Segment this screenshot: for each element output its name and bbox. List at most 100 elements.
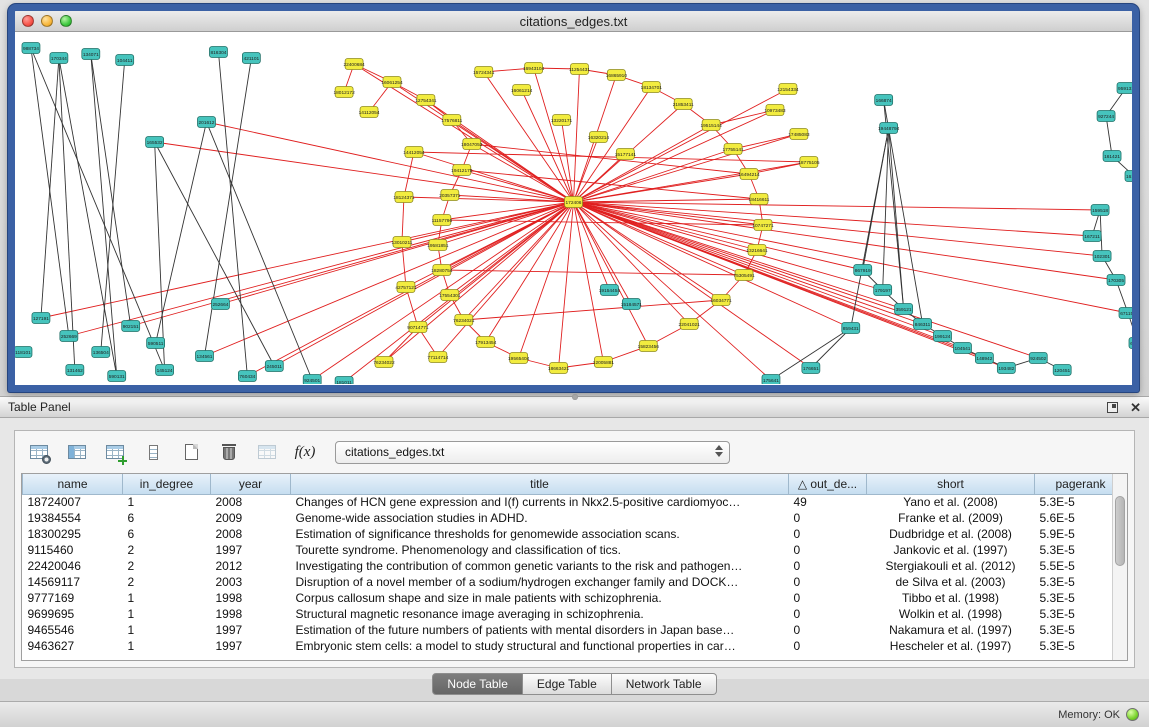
table-row[interactable]: 946362711997Embryonic stem cells: a mode… (23, 638, 1127, 654)
graph-node[interactable]: 19448794 (878, 123, 900, 134)
graph-node[interactable]: 199124 (934, 331, 952, 342)
column-header-title[interactable]: title (291, 474, 789, 494)
cell-year[interactable]: 2003 (211, 574, 291, 590)
cell-name[interactable]: 9777169 (23, 590, 123, 606)
zoom-window-button[interactable] (60, 15, 72, 27)
graph-node[interactable]: 17554301 (439, 290, 461, 301)
graph-node[interactable]: 18124371 (393, 192, 415, 203)
graph-node[interactable]: 22041021 (679, 319, 701, 330)
table-row[interactable]: 969969511998Structural magnetic resonanc… (23, 606, 1127, 622)
cell-title[interactable]: Disruption of a novel member of a sodium… (291, 574, 789, 590)
graph-node[interactable]: 148942 (975, 353, 993, 364)
cell-in_degree[interactable]: 1 (123, 638, 211, 654)
cell-name[interactable]: 9699695 (23, 606, 123, 622)
show-columns-button[interactable] (63, 439, 91, 465)
graph-node[interactable]: 10973483 (764, 105, 786, 116)
graph-node[interactable]: 421101 (242, 53, 260, 64)
create-column-button[interactable] (101, 439, 129, 465)
graph-node[interactable]: 172406 (565, 197, 583, 208)
splitter-handle-icon[interactable] (572, 394, 578, 400)
graph-node[interactable]: 159518 (1091, 205, 1109, 216)
cell-in_degree[interactable]: 6 (123, 526, 211, 542)
cell-year[interactable]: 2012 (211, 558, 291, 574)
graph-node[interactable]: 359121 (895, 304, 913, 315)
column-header-short[interactable]: short (867, 474, 1035, 494)
cell-short[interactable]: de Silva et al. (2003) (867, 574, 1035, 590)
cell-out_de[interactable]: 0 (789, 590, 867, 606)
graph-node[interactable]: 590511 (147, 338, 165, 349)
cell-year[interactable]: 2008 (211, 494, 291, 510)
cell-out_de[interactable]: 0 (789, 606, 867, 622)
cell-name[interactable]: 14569117 (23, 574, 123, 590)
graph-node[interactable]: 924502 (1029, 353, 1047, 364)
graph-node[interactable]: 14112054 (359, 107, 380, 118)
cell-short[interactable]: Jankovic et al. (1997) (867, 542, 1035, 558)
graph-node[interactable]: 19515144 (701, 120, 723, 131)
cell-title[interactable]: Corpus callosum shape and size in male p… (291, 590, 789, 606)
cell-name[interactable]: 19384554 (23, 510, 123, 526)
cell-short[interactable]: Yano et al. (2008) (867, 494, 1035, 510)
close-panel-icon[interactable]: ✕ (1130, 401, 1141, 414)
graph-node[interactable]: 170344 (50, 53, 68, 64)
cell-year[interactable]: 1997 (211, 542, 291, 558)
column-header-out_de[interactable]: △ out_de... (789, 474, 867, 494)
cell-short[interactable]: Hescheler et al. (1997) (867, 638, 1035, 654)
memory-indicator-icon[interactable] (1126, 708, 1139, 721)
table-row[interactable]: 911546021997Tourette syndrome. Phenomeno… (23, 542, 1127, 558)
graph-node[interactable]: 16494214 (738, 169, 760, 180)
cell-short[interactable]: Nakamura et al. (1997) (867, 622, 1035, 638)
graph-node[interactable]: 988734 (22, 43, 40, 54)
table-row[interactable]: 1872400712008Changes of HCN gene express… (23, 494, 1127, 510)
cell-short[interactable]: Dudbridge et al. (2008) (867, 526, 1035, 542)
graph-node[interactable]: 12754341 (415, 95, 437, 106)
cell-out_de[interactable]: 49 (789, 494, 867, 510)
graph-node[interactable]: 104541 (953, 343, 971, 354)
graph-node[interactable]: 13220171 (551, 115, 573, 126)
graph-node[interactable]: 15724341 (473, 67, 495, 78)
graph-node[interactable]: 77114714 (427, 352, 448, 363)
graph-node[interactable]: 16061214 (511, 85, 533, 96)
cell-in_degree[interactable]: 1 (123, 494, 211, 510)
graph-node[interactable]: 846311 (914, 319, 932, 330)
tab-node-table[interactable]: Node Table (432, 673, 523, 695)
graph-node[interactable]: 22400684 (343, 59, 365, 70)
cell-in_degree[interactable]: 2 (123, 574, 211, 590)
column-header-year[interactable]: year (211, 474, 291, 494)
graph-node[interactable]: 75305491 (733, 270, 755, 281)
minimize-window-button[interactable] (41, 15, 53, 27)
select-rows-button[interactable] (139, 439, 167, 465)
cell-name[interactable]: 9463627 (23, 638, 123, 654)
graph-node[interactable]: 252669 (60, 331, 78, 342)
graph-node[interactable]: 19581851 (427, 240, 449, 251)
graph-node[interactable]: 18134701 (641, 82, 663, 93)
graph-node[interactable]: 902151 (122, 321, 140, 332)
graph-node[interactable]: 19565404 (508, 353, 530, 364)
table-row[interactable]: 977716911998Corpus callosum shape and si… (23, 590, 1127, 606)
graph-node[interactable]: 245011 (265, 361, 283, 372)
graph-node[interactable]: 42757121 (395, 282, 417, 293)
graph-node[interactable]: 20357371 (439, 190, 461, 201)
graph-node[interactable]: 21853411 (673, 99, 694, 110)
graph-node[interactable]: 16061254 (381, 77, 403, 88)
table-vertical-scrollbar[interactable] (1112, 474, 1127, 660)
cell-short[interactable]: Wolkin et al. (1998) (867, 606, 1035, 622)
table-options-button[interactable] (25, 439, 53, 465)
cell-out_de[interactable]: 0 (789, 638, 867, 654)
cell-title[interactable]: Estimation of significance thresholds fo… (291, 526, 789, 542)
graph-node[interactable]: 18663421 (548, 363, 570, 374)
cell-year[interactable]: 1998 (211, 606, 291, 622)
cell-out_de[interactable]: 0 (789, 542, 867, 558)
cell-title[interactable]: Investigating the contribution of common… (291, 558, 789, 574)
graph-node[interactable]: 16865910 (606, 70, 628, 81)
cell-short[interactable]: Franke et al. (2009) (867, 510, 1035, 526)
cell-in_degree[interactable]: 1 (123, 590, 211, 606)
graph-node[interactable]: 11157796 (432, 215, 453, 226)
column-header-in_degree[interactable]: in_degree (123, 474, 211, 494)
graph-node[interactable]: 11254431 (569, 64, 590, 75)
cell-out_de[interactable]: 0 (789, 622, 867, 638)
cell-out_de[interactable]: 0 (789, 510, 867, 526)
graph-node[interactable]: 18047052 (461, 139, 483, 150)
window-titlebar[interactable]: citations_edges.txt (15, 11, 1132, 32)
graph-node[interactable]: 136504 (92, 347, 110, 358)
graph-node[interactable]: 12154334 (777, 84, 799, 95)
